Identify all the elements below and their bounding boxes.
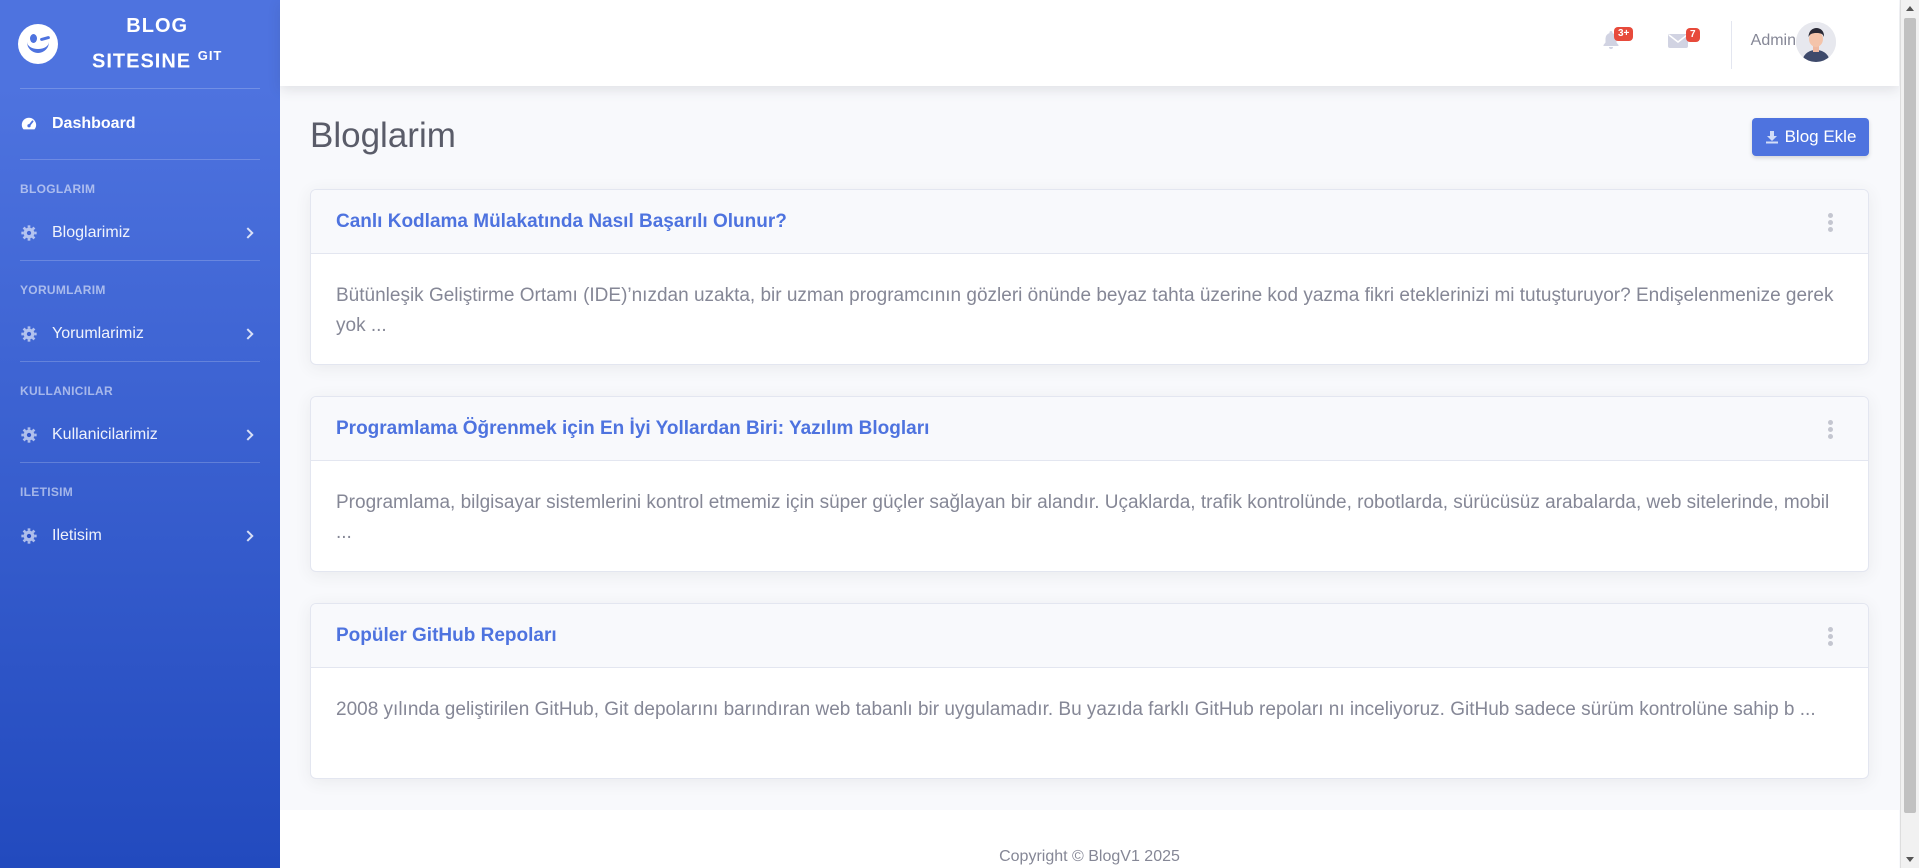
scroll-up-arrow-icon[interactable] xyxy=(1906,6,1914,11)
sidebar-heading-iletisim: ILETISIM xyxy=(20,485,74,499)
chevron-right-icon xyxy=(242,530,254,542)
brand-text: BLOG SITESINE GIT xyxy=(92,12,222,77)
tachometer-icon xyxy=(21,117,37,130)
footer: Copyright © BlogV1 2025 xyxy=(280,810,1899,868)
brand-line-1: BLOG xyxy=(126,14,189,37)
sidebar-heading-kullanicilar: KULLANICILAR xyxy=(20,384,113,398)
gear-icon xyxy=(21,326,37,342)
chevron-right-icon xyxy=(242,227,254,239)
download-icon xyxy=(1765,131,1778,144)
blog-title[interactable]: Canlı Kodlama Mülakatında Nasıl Başarılı… xyxy=(336,211,787,233)
topbar: 3+ 7 Admin xyxy=(280,0,1899,86)
topbar-divider xyxy=(1731,21,1732,69)
brand-line-2: SITESINE xyxy=(92,50,192,73)
avatar[interactable] xyxy=(1796,22,1836,62)
brand[interactable]: BLOG SITESINE GIT xyxy=(0,0,280,88)
scrollbar-thumb[interactable] xyxy=(1904,18,1916,813)
blog-title[interactable]: Popüler GitHub Repoları xyxy=(336,625,557,647)
copyright-text: Copyright © BlogV1 2025 xyxy=(999,848,1180,865)
sidebar-item-label: Kullanicilarimiz xyxy=(52,426,158,443)
alerts-dropdown[interactable]: 3+ xyxy=(1602,27,1634,55)
envelope-icon xyxy=(1668,34,1688,48)
blog-excerpt: Bütünleşik Geliştirme Ortamı (IDE)’nızda… xyxy=(336,285,1834,336)
add-blog-button[interactable]: Blog Ekle xyxy=(1752,118,1869,156)
page-title: Bloglarim xyxy=(310,116,456,155)
vertical-scrollbar[interactable] xyxy=(1900,0,1919,868)
brand-sup: GIT xyxy=(197,47,223,63)
blog-excerpt: Programlama, bilgisayar sistemlerini kon… xyxy=(336,492,1830,543)
user-avatar-icon xyxy=(1796,22,1836,62)
user-name[interactable]: Admin xyxy=(1751,32,1796,50)
blog-card: Programlama Öğrenmek için En İyi Yollard… xyxy=(310,396,1869,572)
chevron-right-icon xyxy=(242,328,254,340)
sidebar-item-kullanicilarimiz[interactable]: Kullanicilarimiz xyxy=(0,408,280,462)
sidebar: BLOG SITESINE GIT Dashboard BLOGLARIM Bl… xyxy=(0,0,280,868)
gear-icon xyxy=(21,528,37,544)
messages-dropdown[interactable]: 7 xyxy=(1668,28,1700,54)
sidebar-item-label: Dashboard xyxy=(52,115,136,132)
laugh-wink-icon xyxy=(18,24,58,64)
sidebar-item-label: Bloglarimiz xyxy=(52,224,131,241)
gear-icon xyxy=(21,225,37,241)
sidebar-item-label: Yorumlarimiz xyxy=(52,325,144,342)
card-header: Canlı Kodlama Mülakatında Nasıl Başarılı… xyxy=(311,190,1868,254)
messages-count-badge: 7 xyxy=(1686,28,1700,42)
alerts-count-badge: 3+ xyxy=(1614,27,1634,41)
scroll-down-arrow-icon[interactable] xyxy=(1906,857,1914,862)
sidebar-item-yorumlarimiz[interactable]: Yorumlarimiz xyxy=(0,307,280,361)
blog-excerpt: 2008 yılında geliştirilen GitHub, Git de… xyxy=(336,699,1816,720)
sidebar-item-dashboard[interactable]: Dashboard xyxy=(0,89,280,159)
card-header: Popüler GitHub Repoları xyxy=(311,604,1868,668)
gear-icon xyxy=(21,427,37,443)
blog-card: Popüler GitHub Repoları 2008 yılında gel… xyxy=(310,603,1869,779)
blog-title[interactable]: Programlama Öğrenmek için En İyi Yollard… xyxy=(336,418,929,440)
more-vertical-icon[interactable] xyxy=(1828,420,1834,439)
card-header: Programlama Öğrenmek için En İyi Yollard… xyxy=(311,397,1868,461)
sidebar-item-bloglarimiz[interactable]: Bloglarimiz xyxy=(0,206,280,260)
sidebar-item-label: Iletisim xyxy=(52,527,102,544)
more-vertical-icon[interactable] xyxy=(1828,213,1834,232)
blog-card: Canlı Kodlama Mülakatında Nasıl Başarılı… xyxy=(310,189,1869,365)
chevron-right-icon xyxy=(242,429,254,441)
sidebar-heading-yorumlarim: YORUMLARIM xyxy=(20,283,106,297)
sidebar-heading-bloglarim: BLOGLARIM xyxy=(20,182,96,196)
sidebar-item-iletisim[interactable]: Iletisim xyxy=(0,509,280,563)
add-blog-label: Blog Ekle xyxy=(1784,127,1857,146)
more-vertical-icon[interactable] xyxy=(1828,627,1834,646)
